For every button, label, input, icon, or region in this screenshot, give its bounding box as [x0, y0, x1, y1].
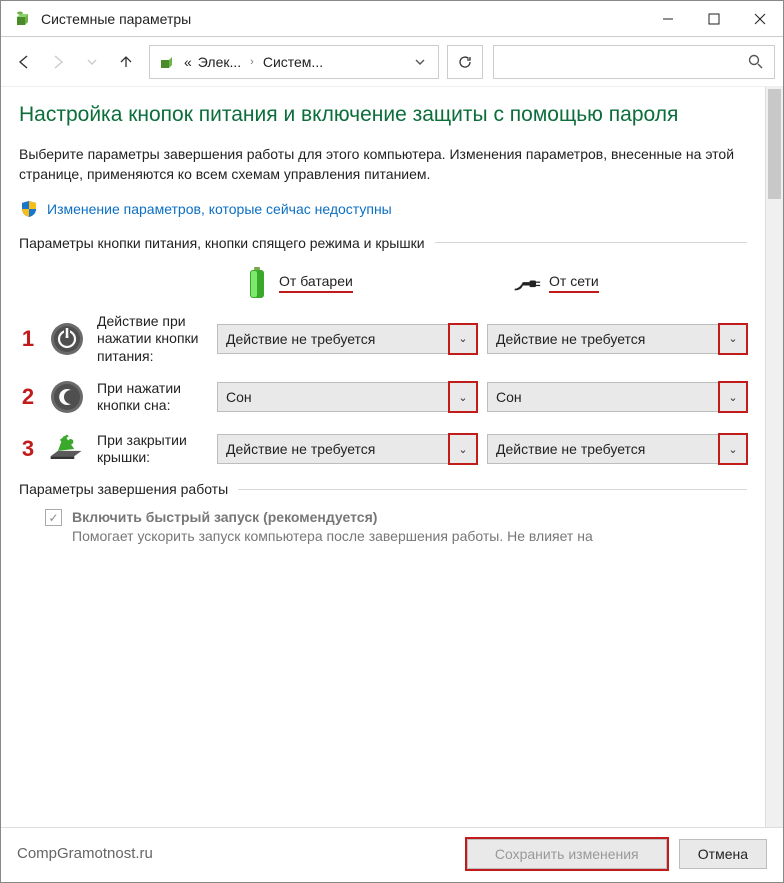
app-icon	[13, 9, 33, 29]
plug-icon	[513, 265, 541, 301]
group-shutdown-label: Параметры завершения работы	[19, 481, 228, 497]
breadcrumb-prefix: «	[184, 54, 192, 70]
chevron-down-icon[interactable]: ⌄	[719, 382, 747, 412]
watermark: CompGramotnost.ru	[17, 845, 455, 862]
power-button-battery-dropdown[interactable]: Действие не требуется ⌄	[217, 324, 477, 354]
lid-close-battery-dropdown[interactable]: Действие не требуется ⌄	[217, 434, 477, 464]
chevron-down-icon[interactable]: ⌄	[449, 324, 477, 354]
back-button[interactable]	[9, 47, 39, 77]
close-button[interactable]	[737, 1, 783, 37]
cancel-button[interactable]: Отмена	[679, 839, 767, 869]
chevron-right-icon: ›	[247, 56, 257, 68]
chevron-down-icon[interactable]	[408, 57, 432, 67]
breadcrumb-level-2[interactable]: Систем...	[263, 54, 323, 70]
row-number: 1	[19, 326, 37, 352]
power-button-icon	[47, 319, 87, 359]
breadcrumb-level-1[interactable]: Элек...	[198, 54, 241, 70]
search-input[interactable]	[493, 45, 775, 79]
lid-close-plugged-dropdown[interactable]: Действие не требуется ⌄	[487, 434, 747, 464]
minimize-button[interactable]	[645, 1, 691, 37]
up-button[interactable]	[111, 47, 141, 77]
chevron-down-icon[interactable]: ⌄	[449, 382, 477, 412]
row-label: Действие при нажатии кнопки питания:	[97, 313, 207, 366]
footer: CompGramotnost.ru Сохранить изменения От…	[1, 827, 783, 879]
breadcrumb[interactable]: « Элек... › Систем...	[149, 45, 439, 79]
scrollbar-thumb[interactable]	[768, 89, 781, 199]
maximize-button[interactable]	[691, 1, 737, 37]
search-icon	[748, 54, 764, 70]
page-heading: Настройка кнопок питания и включение защ…	[19, 101, 747, 129]
row-label: При закрытии крышки:	[97, 432, 207, 467]
lid-close-icon	[47, 429, 87, 469]
page-intro: Выберите параметры завершения работы для…	[19, 145, 747, 184]
vertical-scrollbar[interactable]	[765, 87, 783, 827]
setting-row-power-button: 1 Действие при нажатии кнопки питания: Д…	[19, 313, 747, 366]
toolbar: « Элек... › Систем...	[1, 37, 783, 87]
row-number: 3	[19, 436, 37, 462]
sleep-button-battery-dropdown[interactable]: Сон ⌄	[217, 382, 477, 412]
group-buttons-label: Параметры кнопки питания, кнопки спящего…	[19, 235, 425, 251]
forward-button[interactable]	[43, 47, 73, 77]
save-button[interactable]: Сохранить изменения	[467, 839, 667, 869]
breadcrumb-icon	[156, 53, 178, 71]
content-pane: Настройка кнопок питания и включение защ…	[1, 87, 765, 827]
fast-startup-row: ✓ Включить быстрый запуск (рекомендуется…	[19, 509, 747, 546]
fast-startup-title: Включить быстрый запуск (рекомендуется)	[72, 509, 747, 525]
window-title: Системные параметры	[41, 11, 645, 27]
chevron-down-icon[interactable]: ⌄	[449, 434, 477, 464]
plugged-header: От сети	[549, 273, 599, 293]
chevron-down-icon[interactable]: ⌄	[719, 434, 747, 464]
chevron-down-icon[interactable]: ⌄	[719, 324, 747, 354]
setting-row-lid-close: 3 При закрытии крышки: Действие не требу…	[19, 429, 747, 469]
row-label: При нажатии кнопки сна:	[97, 380, 207, 415]
shield-icon	[19, 199, 39, 219]
battery-icon	[243, 265, 271, 301]
fast-startup-desc: Помогает ускорить запуск компьютера посл…	[72, 527, 747, 546]
row-number: 2	[19, 384, 37, 410]
sleep-button-icon	[47, 377, 87, 417]
sleep-button-plugged-dropdown[interactable]: Сон ⌄	[487, 382, 747, 412]
battery-header: От батареи	[279, 273, 353, 293]
power-button-plugged-dropdown[interactable]: Действие не требуется ⌄	[487, 324, 747, 354]
setting-row-sleep-button: 2 При нажатии кнопки сна: Сон ⌄ Сон ⌄	[19, 377, 747, 417]
refresh-button[interactable]	[447, 45, 483, 79]
recent-locations-button[interactable]	[77, 47, 107, 77]
fast-startup-checkbox[interactable]: ✓	[45, 509, 62, 526]
title-bar: Системные параметры	[1, 1, 783, 37]
uac-settings-link[interactable]: Изменение параметров, которые сейчас нед…	[47, 201, 392, 217]
